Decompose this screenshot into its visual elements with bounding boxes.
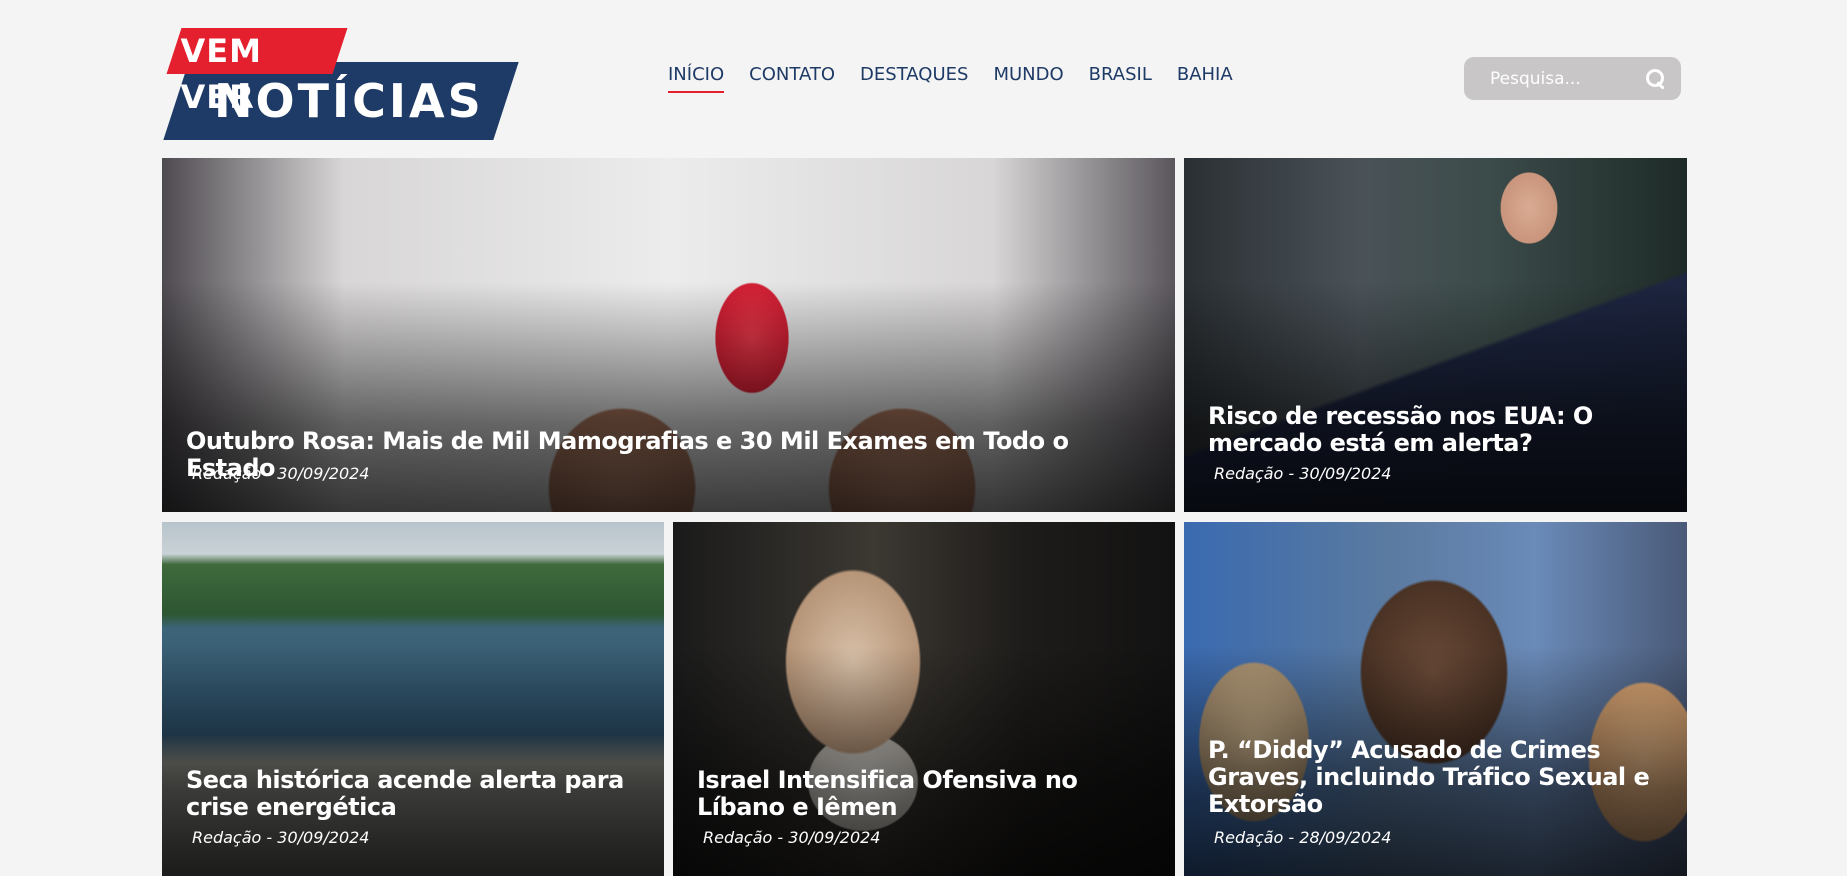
article-card-diddy[interactable]: P. “Diddy” Acusado de Crimes Graves, inc… (1184, 522, 1687, 876)
article-author: Redação (1214, 828, 1284, 847)
article-author: Redação (192, 464, 262, 483)
article-card-seca-historica[interactable]: Seca histórica acende alerta para crise … (162, 522, 664, 876)
image-overlay (1184, 522, 1687, 876)
article-card-outubro-rosa[interactable]: Outubro Rosa: Mais de Mil Mamografias e … (162, 158, 1175, 512)
article-date: 30/09/2024 (1299, 464, 1392, 483)
article-meta: Redação - 30/09/2024 (192, 828, 370, 847)
logo-top-band: VEM VER (166, 28, 348, 116)
nav-item-mundo[interactable]: MUNDO (993, 64, 1063, 91)
article-date: 30/09/2024 (277, 828, 370, 847)
article-author: Redação (703, 828, 773, 847)
article-card-israel-libano[interactable]: Israel Intensifica Ofensiva no Líbano e … (673, 522, 1175, 876)
search-input[interactable] (1490, 68, 1640, 89)
logo-line1: VEM VER (180, 32, 262, 116)
image-overlay (1184, 158, 1687, 512)
article-date: 30/09/2024 (277, 464, 370, 483)
nav-item-inicio[interactable]: INÍCIO (668, 64, 725, 93)
image-overlay (162, 522, 664, 876)
article-title[interactable]: Seca histórica acende alerta para crise … (186, 767, 640, 821)
article-date: 28/09/2024 (1299, 828, 1392, 847)
article-meta: Redação - 28/09/2024 (1214, 828, 1392, 847)
nav-item-contato[interactable]: CONTATO (749, 64, 835, 91)
search-box (1464, 57, 1681, 100)
article-meta: Redação - 30/09/2024 (1214, 464, 1392, 483)
article-meta: Redação - 30/09/2024 (703, 828, 881, 847)
nav-item-brasil[interactable]: BRASIL (1089, 64, 1152, 91)
article-title[interactable]: Risco de recessão nos EUA: O mercado est… (1208, 403, 1663, 457)
image-overlay (673, 522, 1175, 876)
article-title[interactable]: P. “Diddy” Acusado de Crimes Graves, inc… (1208, 737, 1663, 818)
article-author: Redação (192, 828, 262, 847)
nav-item-destaques[interactable]: DESTAQUES (860, 64, 968, 91)
article-card-recessao-eua[interactable]: Risco de recessão nos EUA: O mercado est… (1184, 158, 1687, 512)
article-author: Redação (1214, 464, 1284, 483)
article-meta: Redação - 30/09/2024 (192, 464, 370, 483)
article-date: 30/09/2024 (788, 828, 881, 847)
nav-item-bahia[interactable]: BAHIA (1177, 64, 1233, 91)
site-logo[interactable]: NOTÍCIAS VEM VER (162, 28, 519, 140)
search-icon[interactable] (1645, 68, 1667, 90)
article-title[interactable]: Israel Intensifica Ofensiva no Líbano e … (697, 767, 1151, 821)
main-nav: INÍCIO CONTATO DESTAQUES MUNDO BRASIL BA… (668, 64, 1258, 93)
